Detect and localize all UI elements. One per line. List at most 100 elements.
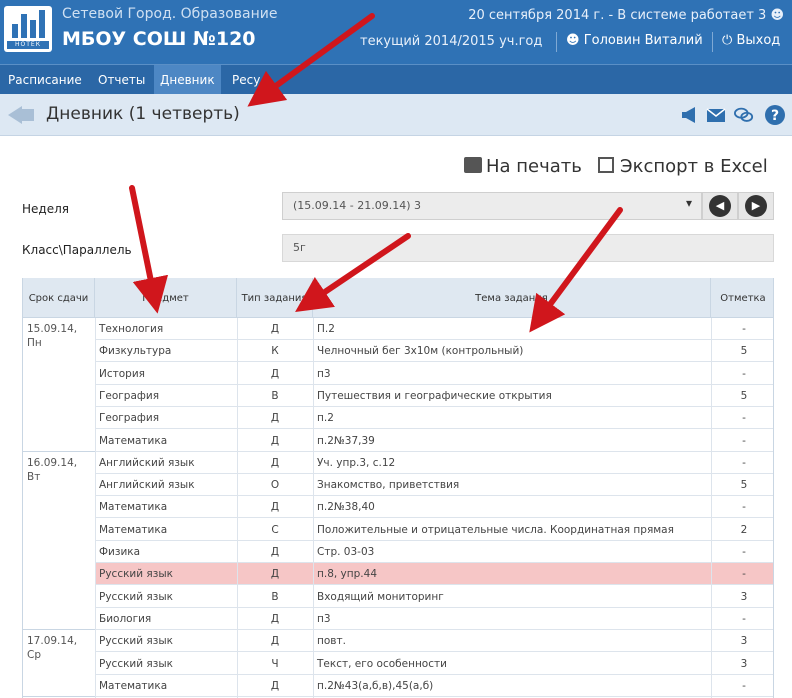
page-titlebar: Дневник (1 четверть) [0, 94, 792, 136]
cell-mark[interactable]: 3 [713, 586, 773, 608]
header-topic[interactable]: Тема задания [313, 278, 711, 318]
cell-subject: Русский язык [99, 590, 173, 603]
cell-subject: Физкультура [99, 345, 172, 358]
cell-topic: Стр. 03-03 [317, 546, 375, 558]
cell-topic: повт. [317, 635, 346, 648]
cell-type: Д [270, 367, 280, 380]
cell-type: С [271, 523, 279, 536]
cell-mark[interactable]: - [713, 496, 773, 518]
cell-subject: Английский язык [99, 479, 195, 492]
due-weekday: Вт [27, 470, 41, 483]
due-date-cell: 16.09.14, Вт [23, 451, 95, 631]
cell-type: К [271, 345, 279, 358]
cell-topic: Положительные и отрицательные числа. Коо… [317, 523, 674, 536]
printer-icon [464, 157, 482, 173]
table-row: Математика Дп.2№38,40 - [23, 496, 773, 519]
cell-mark[interactable]: - [713, 541, 773, 563]
cell-type: В [271, 590, 279, 603]
table-row: География В Путешествия и географические о… [23, 385, 773, 407]
due-date: 16.09.14, [27, 456, 78, 469]
cell-mark[interactable]: - [713, 675, 773, 697]
cell-topic: п.2 [317, 412, 334, 425]
due-date-cell: 15.09.14, Пн [23, 318, 95, 452]
school-year[interactable]: текущий 2014/2015 уч.год [360, 34, 542, 49]
logout-button[interactable]: ⏻ Выход [722, 33, 780, 48]
nav-item-resources[interactable]: Ресу [226, 65, 266, 95]
table-row: Английский язык О Знакомство, приветствия 5 [23, 474, 773, 497]
table-row: Русский язык В Входящий мониторинг 3 [23, 586, 773, 608]
header-subject[interactable]: Предмет [95, 278, 237, 318]
person-icon: ☻ [566, 33, 580, 48]
cell-mark[interactable]: 3 [713, 630, 773, 652]
cell-mark[interactable]: 5 [713, 474, 773, 496]
cell-topic: Путешествия и географические открытия [317, 389, 552, 402]
table-row: Математика С Положительные и отрицательные… [23, 519, 773, 541]
cell-subject: Биология [99, 612, 152, 625]
header-due[interactable]: Срок сдачи [23, 278, 95, 318]
cell-subject: Русский язык [99, 568, 173, 581]
user-profile-link[interactable]: ☻ Головин Виталий [566, 33, 703, 48]
nav-item-diary[interactable]: Дневник [154, 65, 221, 95]
due-weekday: Пн [27, 337, 42, 349]
cell-mark[interactable]: 5 [713, 340, 773, 362]
netschool-logo[interactable]: НОТЕК [4, 6, 52, 52]
cell-mark[interactable]: 3 [713, 653, 773, 675]
cell-mark[interactable]: - [713, 430, 773, 452]
class-field: 5г [282, 234, 774, 262]
cell-mark[interactable]: - [713, 608, 773, 630]
cell-type: Д [270, 679, 280, 692]
date-status-text: 20 сентября 2014 г. - В системе работает… [468, 8, 767, 23]
class-label: Класс\Параллель [22, 243, 132, 257]
cell-subject: Русский язык [99, 635, 173, 648]
cell-subject: Математика [99, 501, 168, 514]
cell-topic: Входящий мониторинг [317, 590, 444, 603]
table-row: Английский язык Д Уч. упр.3, с.12 - [23, 452, 773, 474]
cell-topic: п.2№37,39 [317, 434, 375, 447]
table-row: География Дп.2 - [23, 407, 773, 430]
cell-topic: п.2№43(а,б,в),45(а,б) [317, 679, 434, 692]
next-week-button[interactable]: ▶ [745, 195, 767, 217]
help-icon[interactable]: ? [764, 104, 786, 126]
header-type[interactable]: Тип задания [237, 278, 313, 318]
table-row: Математика Дп.2№43(а,б,в),45(а,б) - [23, 675, 773, 697]
cell-topic: п3 [317, 612, 331, 625]
table-row: Русский язык Дп.8, упр.44 - [23, 563, 773, 586]
diary-table: Срок сдачи Предмет Тип задания Тема зада… [22, 278, 774, 698]
cell-mark[interactable]: 2 [713, 519, 773, 541]
cell-topic: п3 [317, 367, 331, 380]
cell-topic: Челночный бег 3х10м (контрольный) [317, 345, 524, 358]
prev-week-button[interactable]: ◀ [709, 195, 731, 217]
cell-type: Ч [271, 657, 279, 670]
cell-mark[interactable]: 5 [713, 385, 773, 407]
print-button[interactable]: На печать [464, 156, 582, 177]
user-name: Головин Виталий [583, 33, 703, 48]
cell-type: Д [270, 456, 280, 469]
power-icon: ⏻ [722, 33, 733, 48]
header-mark[interactable]: Отметка [711, 278, 773, 318]
mail-icon[interactable] [706, 106, 726, 124]
cell-mark[interactable]: - [713, 318, 773, 340]
cell-topic: п.8, упр.44 [317, 568, 378, 581]
cell-subject: История [99, 367, 145, 380]
cell-type: В [271, 389, 279, 402]
cell-mark[interactable]: - [713, 363, 773, 385]
cell-type: Д [270, 546, 280, 558]
nav-item-reports[interactable]: Отчеты [92, 65, 151, 95]
nav-item-schedule[interactable]: Расписание [2, 65, 88, 95]
chat-icon[interactable] [734, 106, 754, 124]
megaphone-icon[interactable] [680, 106, 700, 124]
cell-subject: Физика [99, 546, 141, 558]
cell-mark[interactable]: - [713, 452, 773, 474]
export-excel-button[interactable]: Экспорт в Excel [598, 156, 768, 177]
due-date: 17.09.14, [27, 635, 78, 648]
cell-mark[interactable]: - [713, 563, 773, 585]
week-select[interactable]: (15.09.14 - 21.09.14) 3 [282, 192, 702, 220]
table-row: Физика Д Стр. 03-03 - [23, 541, 773, 563]
table-row: Математика Дп.2№37,39 - [23, 430, 773, 452]
caret-down-icon: ▾ [686, 196, 693, 210]
cell-subject: Математика [99, 679, 168, 692]
cell-type: Д [270, 568, 280, 581]
cell-subject: География [99, 389, 160, 402]
cell-subject: Английский язык [99, 456, 195, 469]
cell-mark[interactable]: - [713, 407, 773, 429]
